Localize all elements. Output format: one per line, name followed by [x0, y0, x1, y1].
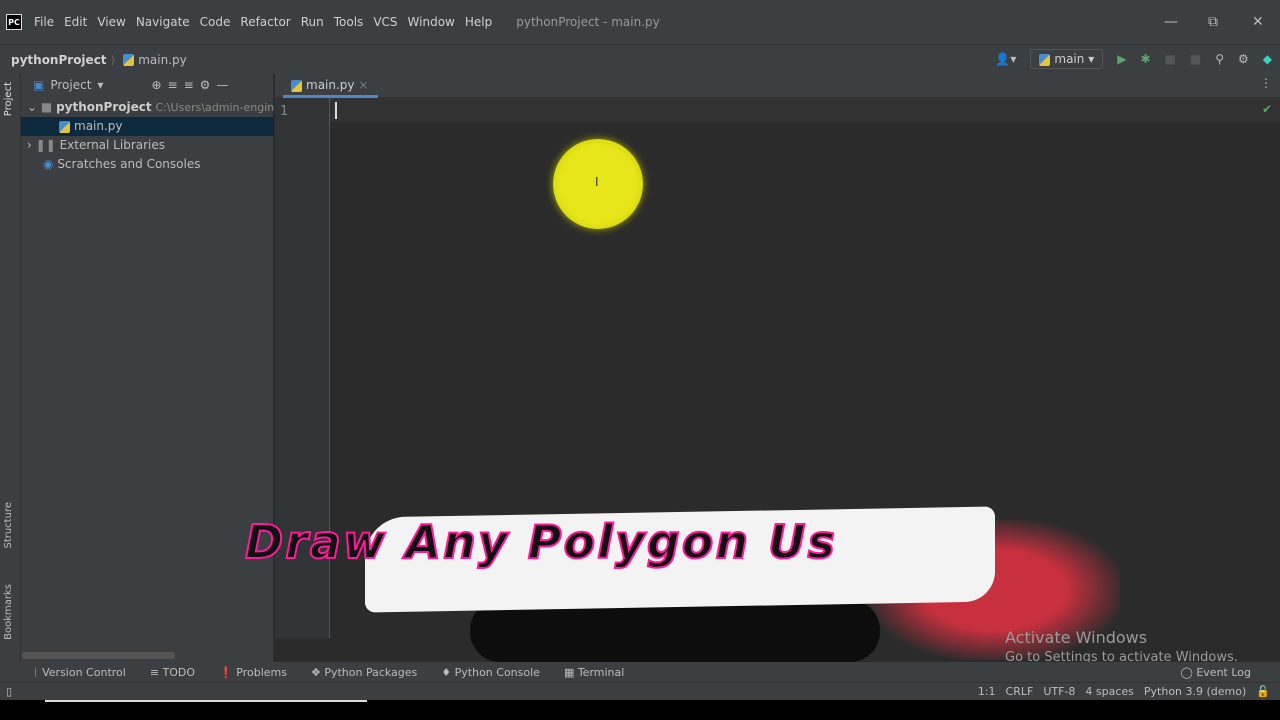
video-progress	[45, 700, 367, 702]
tab-label: main.py	[306, 78, 355, 92]
python-file-icon	[123, 53, 135, 66]
locate-icon[interactable]: ⊕	[151, 78, 161, 92]
menu-vcs[interactable]: VCS	[373, 15, 397, 29]
text-cursor-icon: I	[595, 175, 599, 189]
left-tool-strip: Project Structure Bookmarks	[0, 74, 21, 684]
run-config-select[interactable]: main ▾	[1030, 49, 1104, 69]
layout-icon[interactable]: ▯	[6, 685, 12, 698]
video-bottom-bar	[0, 700, 1280, 720]
more-icon[interactable]: ⋮	[1260, 76, 1272, 90]
chevron-down-icon[interactable]: ▾	[97, 78, 103, 92]
tool-python-console[interactable]: ♦ Python Console	[441, 666, 540, 679]
chevron-down-icon[interactable]: ⌄	[27, 100, 37, 114]
external-label: External Libraries	[59, 138, 166, 152]
tool-problems[interactable]: ❗ Problems	[219, 666, 287, 679]
library-icon: ❚❚	[35, 138, 56, 152]
project-panel-header: ▣ Project ▾ ⊕ ≡ ≡ ⚙ —	[21, 74, 273, 96]
activate-windows-watermark: Activate Windows Go to Settings to activ…	[1005, 628, 1238, 665]
line-separator[interactable]: CRLF	[1006, 685, 1034, 698]
status-bar: ▯ 1:1 CRLF UTF-8 4 spaces Python 3.9 (de…	[0, 682, 1280, 700]
tab-main-py[interactable]: main.py ×	[283, 74, 379, 98]
python-icon	[1039, 53, 1051, 66]
run-config-label: main	[1054, 52, 1085, 66]
restore-icon[interactable]: ⧉	[1208, 14, 1218, 30]
file-encoding[interactable]: UTF-8	[1043, 685, 1075, 698]
search-icon[interactable]: ⚲	[1215, 52, 1224, 66]
lock-icon[interactable]: 🔓	[1256, 685, 1270, 698]
side-tab-project[interactable]: Project	[3, 82, 14, 116]
side-tab-structure[interactable]: Structure	[3, 502, 14, 549]
interpreter-select[interactable]: Python 3.9 (demo)	[1144, 685, 1246, 698]
text-caret	[335, 102, 337, 119]
pycharm-logo-icon: PC	[6, 14, 22, 30]
menu-bar: PC File Edit View Navigate Code Refactor…	[0, 0, 1280, 44]
menu-tools[interactable]: Tools	[334, 15, 364, 29]
root-path: C:\Users\admin-engineer\P	[155, 101, 274, 114]
tree-item-scratches[interactable]: ◉ Scratches and Consoles	[21, 155, 274, 174]
menu-refactor[interactable]: Refactor	[240, 15, 290, 29]
debug-icon[interactable]: ✱	[1140, 52, 1150, 66]
gear-icon[interactable]: ⚙	[200, 78, 211, 92]
collapse-all-icon[interactable]: ≡	[184, 78, 194, 92]
plugin-icon[interactable]: ◆	[1263, 52, 1272, 66]
horizontal-scrollbar[interactable]	[22, 652, 175, 659]
overlay-title: Draw Any Polygon Us	[244, 514, 837, 570]
tool-python-packages[interactable]: ❖ Python Packages	[311, 666, 417, 679]
mouse-highlight: I	[553, 139, 643, 229]
watermark-line1: Activate Windows	[1005, 628, 1148, 647]
tree-item-main-py[interactable]: main.py	[21, 117, 274, 136]
scratches-icon: ◉	[43, 157, 54, 171]
tree-item-external-libraries[interactable]: › ❚❚ External Libraries	[21, 136, 274, 155]
close-icon[interactable]: ✕	[1252, 14, 1264, 30]
chevron-right-icon[interactable]: ›	[27, 138, 32, 152]
menu-edit[interactable]: Edit	[64, 15, 87, 29]
stop-icon[interactable]: ■	[1190, 52, 1201, 66]
event-log-button[interactable]: ◯ Event Log	[1181, 666, 1251, 679]
root-label: pythonProject	[56, 100, 152, 114]
menu-run[interactable]: Run	[301, 15, 324, 29]
side-tab-bookmarks[interactable]: Bookmarks	[3, 584, 14, 640]
scratches-label: Scratches and Consoles	[57, 157, 201, 171]
folder-icon: ■	[40, 100, 53, 114]
project-view-select[interactable]: Project	[50, 78, 91, 92]
menu-window[interactable]: Window	[408, 15, 455, 29]
line-number: 1	[280, 104, 289, 119]
breadcrumb-file[interactable]: main.py	[138, 53, 187, 67]
python-file-icon	[291, 79, 302, 92]
menu-code[interactable]: Code	[200, 15, 231, 29]
gear-icon[interactable]: ⚙	[1238, 52, 1249, 66]
file-label: main.py	[74, 119, 123, 133]
panel-icon: ▣	[33, 78, 45, 92]
current-line[interactable]	[330, 98, 1280, 122]
run-icon[interactable]: ▶	[1117, 52, 1126, 66]
tool-version-control[interactable]: ᛁ Version Control	[32, 666, 126, 679]
menu-file[interactable]: File	[34, 15, 54, 29]
close-tab-icon[interactable]: ×	[358, 78, 368, 92]
editor-tabs: main.py × ⋮	[275, 74, 1280, 98]
tree-item-root[interactable]: ⌄ ■ pythonProject C:\Users\admin-enginee…	[21, 98, 274, 117]
breadcrumb-project[interactable]: pythonProject	[11, 53, 107, 67]
main-toolbar: 👤▾ main ▾ ▶ ✱ ■ ■ ⚲ ⚙ ◆	[995, 44, 1280, 74]
project-panel: ▣ Project ▾ ⊕ ≡ ≡ ⚙ — ⌄ ■ pythonProject …	[21, 74, 274, 664]
caret-position[interactable]: 1:1	[978, 685, 996, 698]
expand-all-icon[interactable]: ≡	[168, 78, 178, 92]
hide-icon[interactable]: —	[216, 78, 228, 92]
tool-todo[interactable]: ≡ TODO	[150, 666, 195, 679]
menu-view[interactable]: View	[97, 15, 125, 29]
minimize-icon[interactable]: —	[1164, 14, 1178, 30]
indent-setting[interactable]: 4 spaces	[1085, 685, 1134, 698]
python-file-icon	[59, 120, 70, 133]
window-title: pythonProject - main.py	[516, 15, 660, 29]
user-icon[interactable]: 👤▾	[995, 52, 1016, 66]
tool-window-bar: ᛁ Version Control ≡ TODO ❗ Problems ❖ Py…	[0, 662, 1280, 682]
coverage-icon[interactable]: ■	[1165, 52, 1176, 66]
check-icon: ✔	[1262, 102, 1273, 116]
menu-navigate[interactable]: Navigate	[136, 15, 190, 29]
tool-terminal[interactable]: ▦ Terminal	[564, 666, 624, 679]
menu-help[interactable]: Help	[465, 15, 492, 29]
